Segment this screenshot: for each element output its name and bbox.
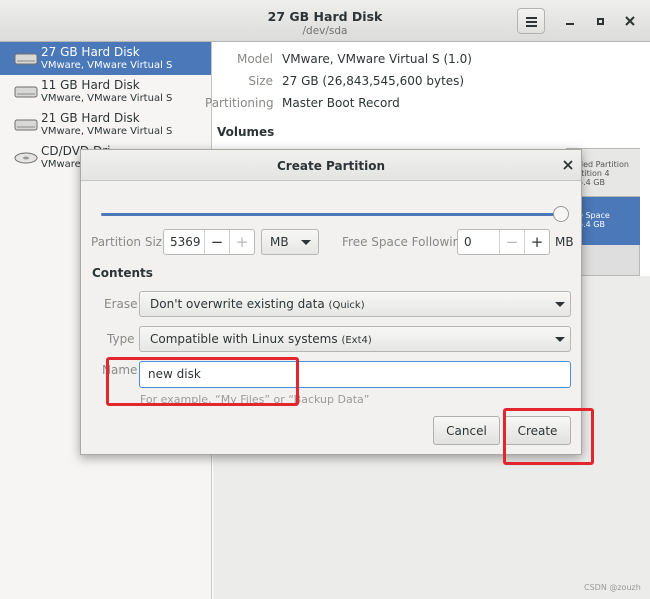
erase-dropdown[interactable]: Don't overwrite existing data (Quick) xyxy=(139,291,571,317)
disk-model: VMware, VMware Virtual S xyxy=(41,126,173,137)
decrement-button[interactable]: − xyxy=(499,230,524,254)
maximize-button[interactable] xyxy=(592,12,608,30)
partitioning-value: Master Boot Record xyxy=(282,96,400,110)
volume-text: 5.4 GB xyxy=(578,220,605,229)
disk-name: 11 GB Hard Disk xyxy=(41,78,140,92)
model-value: VMware, VMware Virtual S (1.0) xyxy=(282,52,472,66)
type-value: Compatible with Linux systems (Ext4) xyxy=(150,332,372,346)
hard-disk-icon xyxy=(14,86,38,98)
volume-text: 5.4 GB xyxy=(578,178,605,187)
volume-text: e Space xyxy=(578,211,610,220)
volume-text: rtition 4 xyxy=(578,169,610,178)
chevron-down-icon xyxy=(555,302,565,307)
chevron-down-icon xyxy=(301,240,311,245)
hard-disk-icon xyxy=(14,119,38,131)
size-value: 27 GB (26,843,545,600 bytes) xyxy=(282,74,465,88)
dialog-header: Create Partition xyxy=(81,150,581,181)
disk-name: 27 GB Hard Disk xyxy=(41,45,140,59)
close-icon[interactable] xyxy=(562,159,574,171)
sidebar-item-27gb-disk[interactable]: 27 GB Hard Disk VMware, VMware Virtual S xyxy=(0,42,211,75)
disk-model: VMware, VMware Virtual S xyxy=(41,93,173,104)
optical-disc-icon xyxy=(14,152,38,164)
size-unit-dropdown[interactable]: MB xyxy=(261,229,319,255)
window-subtitle: /dev/sda xyxy=(302,25,348,37)
window-title: 27 GB Hard Disk xyxy=(267,9,383,24)
close-icon xyxy=(625,16,635,26)
maximize-icon xyxy=(596,17,604,25)
contents-heading: Contents xyxy=(92,266,153,280)
partition-size-slider-handle[interactable] xyxy=(553,206,569,222)
free-space-following-label: Free Space Following xyxy=(342,235,468,249)
minimize-button[interactable] xyxy=(562,12,578,30)
annotation-highlight-create xyxy=(503,408,594,465)
size-unit-value: MB xyxy=(270,235,289,249)
disk-model: VMware, VMware Virtual S xyxy=(41,60,173,71)
hard-disk-icon xyxy=(14,53,38,65)
partitioning-label: Partitioning xyxy=(205,96,274,110)
partition-size-label: Partition Size xyxy=(91,235,170,249)
title-bar: 27 GB Hard Disk /dev/sda xyxy=(0,0,650,42)
dialog-title: Create Partition xyxy=(277,159,385,173)
sidebar-item-11gb-disk[interactable]: 11 GB Hard Disk VMware, VMware Virtual S xyxy=(0,75,211,108)
decrement-button[interactable]: − xyxy=(204,230,229,254)
chevron-down-icon xyxy=(555,337,565,342)
sidebar-item-21gb-disk[interactable]: 21 GB Hard Disk VMware, VMware Virtual S xyxy=(0,108,211,141)
free-space-unit: MB xyxy=(555,235,574,249)
erase-label: Erase xyxy=(104,297,138,311)
cancel-button[interactable]: Cancel xyxy=(433,416,500,445)
close-window-button[interactable] xyxy=(622,12,638,30)
free-space-value[interactable]: 0 xyxy=(464,235,472,249)
partition-size-value[interactable]: 5369 xyxy=(170,235,201,249)
volume-text: ded Partition xyxy=(578,160,629,169)
size-label: Size xyxy=(248,74,273,88)
erase-value: Don't overwrite existing data (Quick) xyxy=(150,297,365,311)
menu-button[interactable] xyxy=(517,8,545,34)
increment-button[interactable]: + xyxy=(524,230,549,254)
partition-size-slider-track[interactable] xyxy=(101,213,561,216)
hamburger-icon xyxy=(525,16,537,27)
type-dropdown[interactable]: Compatible with Linux systems (Ext4) xyxy=(139,326,571,352)
increment-button[interactable]: + xyxy=(229,230,254,254)
disk-name: 21 GB Hard Disk xyxy=(41,111,140,125)
watermark: CSDN @zouzh xyxy=(584,583,641,592)
annotation-highlight-name xyxy=(106,357,299,406)
type-label: Type xyxy=(107,332,135,346)
volumes-heading: Volumes xyxy=(217,125,275,139)
minimize-icon xyxy=(566,23,574,25)
free-space-spinner: 0 − + xyxy=(457,229,550,255)
partition-size-spinner: 5369 − + xyxy=(163,229,255,255)
model-label: Model xyxy=(236,52,273,66)
